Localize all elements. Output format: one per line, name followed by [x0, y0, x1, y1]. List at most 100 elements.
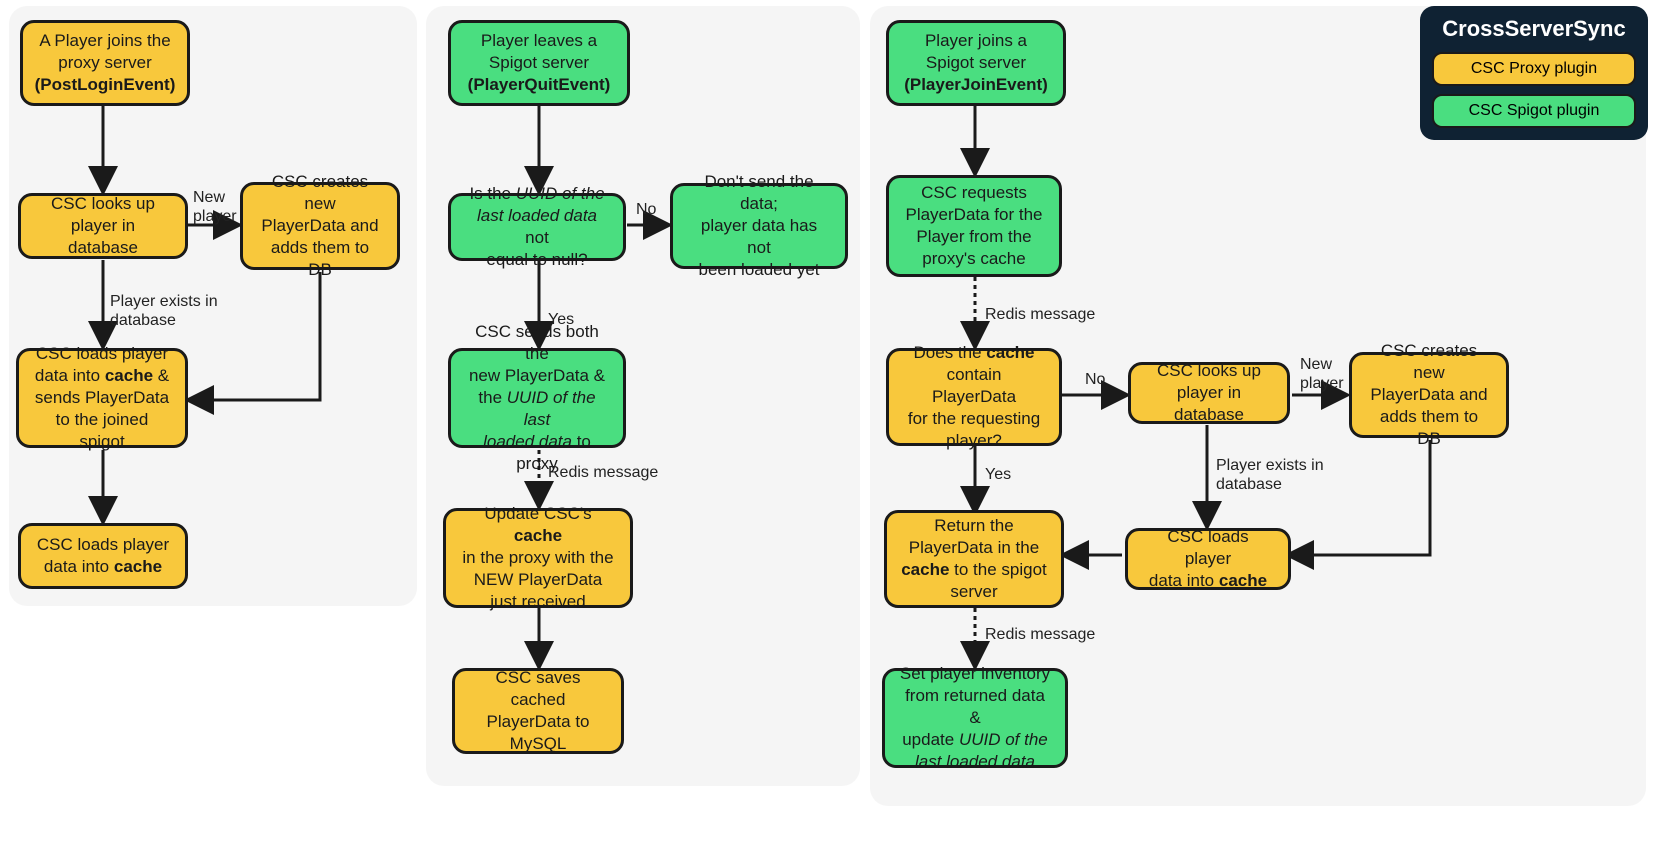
t: Does the: [914, 343, 987, 362]
f1-createnew: CSC creates newPlayerData andadds them t…: [240, 182, 400, 270]
t: (PlayerJoinEvent): [904, 75, 1048, 94]
t: for the requesting: [908, 409, 1040, 428]
t: cache: [514, 526, 562, 545]
e-f2-no: No: [636, 200, 656, 219]
t: cache: [114, 557, 162, 576]
t: just received: [490, 592, 585, 611]
f3-createnew: CSC creates newPlayerData andadds them t…: [1349, 352, 1509, 438]
e-f2-redis: Redis message: [548, 463, 658, 482]
legend-title: CrossServerSync: [1432, 16, 1636, 42]
t: update: [902, 730, 959, 749]
t: MySQL: [510, 734, 567, 753]
t: Spigot server: [489, 53, 589, 72]
t: new PlayerData &: [469, 366, 605, 385]
f1-start: A Player joins the proxy server (PostLogin…: [20, 20, 190, 106]
f1-lookup: CSC looks up player in database: [18, 193, 188, 259]
t: cache: [1219, 571, 1267, 590]
t: not: [525, 228, 549, 247]
t: (PostLoginEvent): [35, 75, 176, 94]
t: database: [110, 312, 176, 329]
t: UUID of the last: [507, 388, 596, 429]
e-f3-no: No: [1085, 370, 1105, 389]
t: CSC looks up: [1157, 361, 1261, 380]
f1-loadcache: CSC loads playerdata into cache &sends P…: [16, 348, 188, 448]
f3-cachecheck: Does the cachecontain PlayerDatafor the …: [886, 348, 1062, 446]
f1-loadcache2: CSC loads player data into cache: [18, 523, 188, 589]
t: CSC saves cached: [495, 668, 580, 709]
t: Player joins a: [925, 31, 1027, 50]
t: to the joined spigot: [56, 410, 149, 451]
t: CSC loads player: [37, 535, 169, 554]
t: Player leaves a: [481, 31, 597, 50]
t: sends PlayerData: [35, 388, 169, 407]
t: UUID of the: [516, 184, 605, 203]
e-f3-redis2: Redis message: [985, 625, 1095, 644]
f2-updatecache: Update CSC's cachein the proxy with theN…: [443, 508, 633, 608]
t: data into: [1149, 571, 1219, 590]
f3-request: CSC requestsPlayerData for thePlayer fro…: [886, 175, 1062, 277]
t: player in database: [68, 216, 138, 257]
t: in the proxy with the: [462, 548, 613, 567]
t: CSC looks up: [51, 194, 155, 213]
f2-sendboth: CSC sends both thenew PlayerData &the UU…: [448, 348, 626, 448]
t: CSC creates new: [272, 172, 368, 213]
t: Update CSC's: [484, 504, 591, 523]
t: Don't send the data;: [704, 172, 813, 213]
t: &: [153, 366, 169, 385]
f3-return: Return thePlayerData in thecache to the …: [884, 510, 1064, 608]
t: Is the: [469, 184, 515, 203]
t: player: [1300, 375, 1344, 392]
t: the: [478, 388, 506, 407]
t: Player exists in: [1216, 457, 1324, 474]
t: data into: [35, 366, 105, 385]
t: A Player joins the: [39, 31, 170, 50]
e-f1-new: New player: [193, 188, 237, 226]
t: New: [193, 189, 225, 206]
t: (PlayerQuitEvent): [468, 75, 611, 94]
t: CSC loads player: [36, 344, 168, 363]
t: CSC creates new: [1381, 341, 1477, 382]
t: player: [193, 208, 237, 225]
t: proxy's cache: [922, 249, 1025, 268]
t: cache: [901, 560, 949, 579]
t: last loaded data: [915, 752, 1035, 771]
legend-proxy: CSC Proxy plugin: [1432, 52, 1636, 86]
t: from returned data &: [905, 686, 1045, 727]
e-f3-new: New player: [1300, 355, 1344, 393]
f3-start: Player joins a Spigot server (PlayerJoinEv…: [886, 20, 1066, 106]
t: adds them to DB: [271, 238, 369, 279]
f3-loadcache: CSC loads playerdata into cache: [1125, 528, 1291, 590]
e-f3-redis1: Redis message: [985, 305, 1095, 324]
e-f3-yes: Yes: [985, 465, 1011, 484]
e-f2-yes: Yes: [548, 310, 574, 329]
t: cache: [986, 343, 1034, 362]
e-f3-exists: Player exists in database: [1216, 456, 1324, 494]
t: equal to null?: [486, 250, 587, 269]
f2-dontsend: Don't send the data;player data has notb…: [670, 183, 848, 269]
t: Player exists in: [110, 293, 218, 310]
t: Spigot server: [926, 53, 1026, 72]
t: PlayerData to: [487, 712, 590, 731]
t: proxy server: [58, 53, 152, 72]
t: been loaded yet: [699, 260, 820, 279]
t: NEW PlayerData: [474, 570, 602, 589]
t: loaded data: [483, 432, 572, 451]
f2-start: Player leaves a Spigot server (PlayerQuitE…: [448, 20, 630, 106]
t: New: [1300, 356, 1332, 373]
t: cache: [105, 366, 153, 385]
t: contain PlayerData: [932, 365, 1016, 406]
t: player in database: [1174, 383, 1244, 424]
t: CSC requests: [921, 183, 1027, 202]
t: Set player inventory: [900, 664, 1050, 683]
t: data into: [44, 557, 114, 576]
legend-spigot: CSC Spigot plugin: [1432, 94, 1636, 128]
t: UUID of the: [959, 730, 1048, 749]
t: PlayerData and: [1370, 385, 1487, 404]
t: adds them to DB: [1380, 407, 1478, 448]
t: player?: [946, 431, 1002, 450]
t: player data has not: [701, 216, 817, 257]
t: database: [1216, 476, 1282, 493]
e-f1-exists: Player exists in database: [110, 292, 218, 330]
legend: CrossServerSync CSC Proxy plugin CSC Spi…: [1420, 6, 1648, 140]
t: PlayerData and: [261, 216, 378, 235]
